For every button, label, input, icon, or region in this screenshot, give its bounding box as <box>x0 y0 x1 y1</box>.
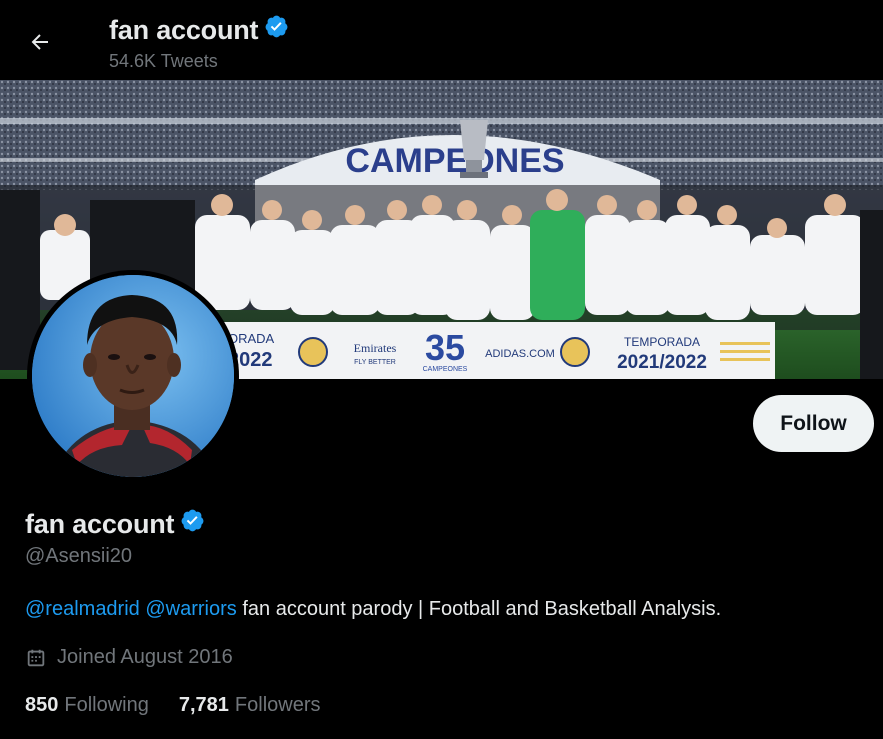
board-sponsor: Emirates <box>354 341 397 355</box>
board-big-number-sub: CAMPEONES <box>423 366 468 373</box>
followers-link[interactable]: 7,781 Followers <box>179 694 321 717</box>
follow-button[interactable]: Follow <box>753 395 874 452</box>
back-button[interactable] <box>22 24 58 60</box>
profile-bio: @realmadrid @warriors fan account parody… <box>25 598 721 621</box>
crest-2 <box>560 337 590 367</box>
board-temporada: TEMPORADA <box>624 335 700 349</box>
crest-1 <box>298 337 328 367</box>
following-label: Following <box>64 694 149 716</box>
board-text-orada: ORADA <box>228 331 275 346</box>
followers-count: 7,781 <box>178 694 229 716</box>
header-title: fan account <box>109 14 289 46</box>
following-link[interactable]: 850 Following <box>25 694 149 717</box>
header-name-text: fan account <box>109 14 259 45</box>
joined-text: Joined August 2016 <box>57 646 233 668</box>
arrow-left-icon <box>31 34 48 50</box>
bio-mention-warriors[interactable]: @warriors <box>145 598 236 620</box>
follow-stats: 850 Following 7,781 Followers <box>25 694 321 717</box>
verified-badge-icon[interactable] <box>264 14 289 46</box>
tweet-count: 54.6K Tweets <box>109 51 218 71</box>
bio-text: fan account parody | Football and Basket… <box>236 598 722 620</box>
profile-display-name: fan account <box>25 508 205 540</box>
board-sponsor-sub: FLY BETTER <box>354 359 396 366</box>
verified-badge-icon[interactable] <box>180 508 205 540</box>
board-big-number: 35 <box>425 327 465 368</box>
joined-date: Joined August 2016 <box>25 646 233 669</box>
avatar-photo <box>32 275 234 477</box>
avatar[interactable] <box>27 270 239 482</box>
display-name-text: fan account <box>25 508 175 539</box>
bio-mention-realmadrid[interactable]: @realmadrid <box>25 598 140 620</box>
profile-handle: @Asensii20 <box>25 545 133 567</box>
calendar-icon <box>25 647 47 669</box>
followers-label: Followers <box>234 694 321 716</box>
following-count: 850 <box>25 694 59 716</box>
board-adidas: ADIDAS.COM <box>485 348 555 360</box>
board-temporada-years: 2021/2022 <box>617 352 707 373</box>
arch-text: CAMPEONES <box>345 142 564 180</box>
profile-header: fan account 54.6K Tweets <box>0 0 883 80</box>
